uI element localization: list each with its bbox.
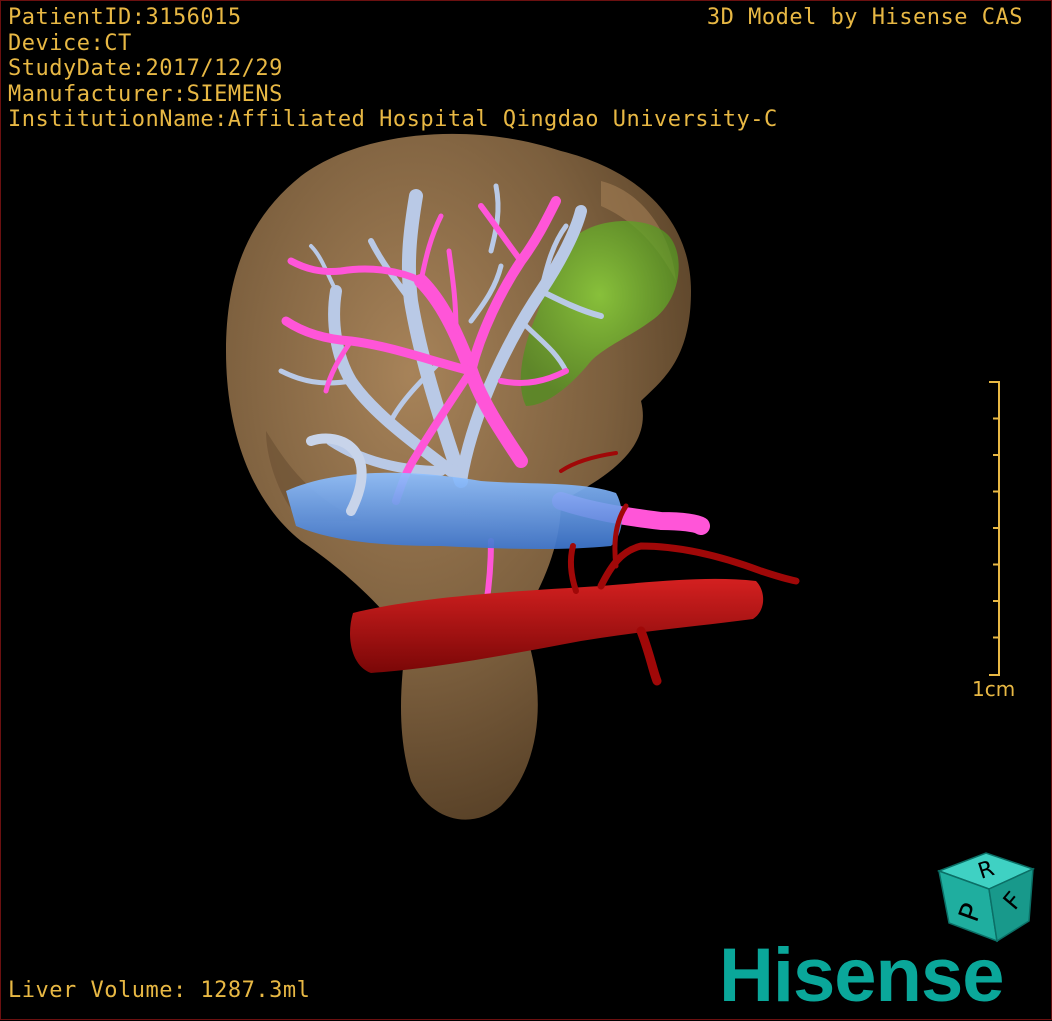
liver-volume-readout: Liver Volume: 1287.3ml — [8, 978, 311, 1003]
institution-name-text: InstitutionName:Affiliated Hospital Qing… — [8, 107, 778, 132]
scale-bar — [989, 381, 1000, 676]
device-text: Device:CT — [8, 30, 132, 56]
patient-info-overlay: PatientID:3156015 Device:CT StudyDate:2017… — [8, 5, 778, 133]
3d-liver-model[interactable] — [1, 1, 1052, 1021]
scale-bar-label: 1cm — [972, 677, 1016, 701]
hisense-logo: Hisense — [719, 933, 1004, 1018]
orientation-cube[interactable]: R P F — [931, 841, 1036, 946]
patient-id-text: PatientID:3156015 — [8, 5, 242, 30]
model-brand-caption: 3D Model by Hisense CAS — [706, 5, 1023, 30]
3d-viewport[interactable]: PatientID:3156015 Device:CT StudyDate:2017… — [0, 0, 1052, 1020]
study-date-text: StudyDate:2017/12/29 — [8, 56, 283, 81]
manufacturer-text: Manufacturer:SIEMENS — [8, 81, 283, 107]
